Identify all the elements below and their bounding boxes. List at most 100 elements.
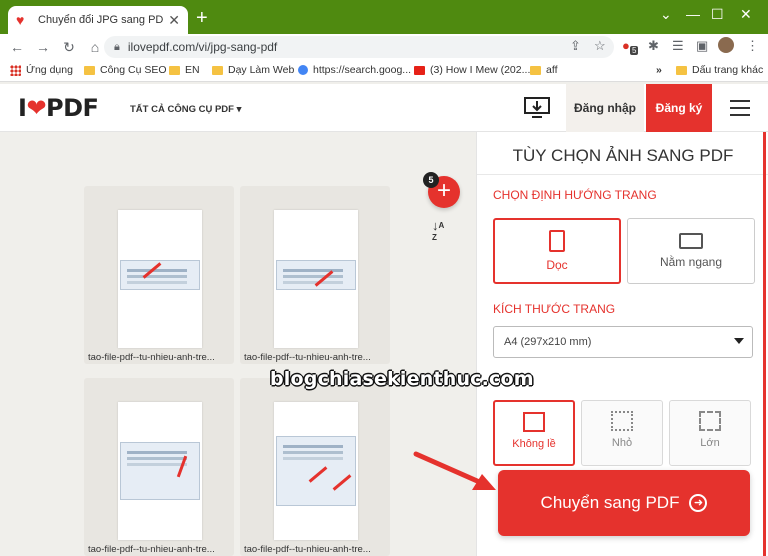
arrow-right-circle-icon: ➜ [689, 494, 708, 512]
close-tab-icon[interactable]: ✕ [168, 12, 180, 29]
file-thumbnail [118, 402, 202, 540]
bookmark-label: https://search.goog... [313, 64, 412, 76]
file-name: tao-file-pdf--tu-nhieu-anh-tre... [244, 352, 371, 363]
menu-dots-icon[interactable]: ⋮ [746, 38, 759, 54]
heart-icon: ❤ [26, 94, 47, 122]
bookmark-label: Công Cụ SEO [100, 64, 167, 76]
profile-avatar[interactable] [718, 37, 734, 53]
bookmark-seo[interactable]: Công Cụ SEO [84, 64, 167, 76]
page-size-select[interactable]: A4 (297x210 mm) [493, 326, 753, 358]
minimize-icon[interactable]: — [686, 6, 700, 22]
signup-button[interactable]: Đăng ký [646, 84, 712, 132]
margin-large-option[interactable]: Lớn [669, 400, 751, 466]
folder-icon [212, 65, 223, 75]
file-card[interactable]: tao-file-pdf--tu-nhieu-anh-tre... [240, 378, 390, 556]
margin-label: Nhỏ [611, 437, 633, 449]
more-bookmarks-icon[interactable]: » [656, 64, 662, 76]
divider [477, 174, 768, 175]
puzzle-icon[interactable]: ✱ [648, 38, 659, 54]
file-card[interactable]: tao-file-pdf--tu-nhieu-anh-tre... [84, 378, 234, 556]
sidebar-title: TÙY CHỌN ẢNH SANG PDF [512, 146, 734, 165]
landscape-icon [679, 233, 703, 249]
login-button[interactable]: Đăng nhập [566, 84, 644, 132]
bookmark-label: EN [185, 64, 200, 76]
ilovepdf-favicon-icon: ♥ [16, 12, 25, 28]
chevron-down-icon[interactable]: ⌄ [660, 6, 672, 23]
globe-icon [298, 65, 308, 75]
hamburger-menu-icon[interactable] [730, 100, 750, 116]
convert-label: Chuyển sang PDF [540, 493, 680, 512]
accent-border [763, 132, 766, 556]
folder-icon [530, 65, 541, 75]
file-name: tao-file-pdf--tu-nhieu-anh-tre... [244, 544, 371, 555]
address-bar[interactable]: 🔒︎ ilovepdf.com/vi/jpg-sang-pdf [104, 36, 614, 58]
lock-icon: 🔒︎ [114, 40, 120, 53]
bookmark-search[interactable]: https://search.goog... [298, 64, 411, 76]
landscape-option[interactable]: Nằm ngang [627, 218, 755, 284]
sidepanel-icon[interactable]: ▣ [696, 38, 708, 54]
file-thumbnail [274, 210, 358, 348]
forward-icon[interactable]: → [30, 39, 56, 55]
url-text: ilovepdf.com/vi/jpg-sang-pdf [127, 40, 278, 54]
margin-none-option[interactable]: Không lề [493, 400, 575, 466]
landscape-label: Nằm ngang [659, 255, 723, 269]
bookmarks-bar: Ứng dụng Công Cụ SEO EN Dạy Làm Web http… [0, 60, 768, 82]
share-icon[interactable]: ⇪ [570, 38, 581, 54]
ilovepdf-logo[interactable]: I❤PDF [18, 94, 99, 122]
orientation-label: CHỌN ĐỊNH HƯỚNG TRANG [493, 188, 657, 202]
bookmark-en[interactable]: EN [169, 64, 200, 76]
margin-small-option[interactable]: Nhỏ [581, 400, 663, 466]
back-icon[interactable]: ← [4, 39, 30, 55]
folder-icon [84, 65, 95, 75]
annotation-arrow-icon [413, 451, 496, 490]
page-size-value: A4 (297x210 mm) [504, 336, 592, 348]
screenshot-preview [276, 260, 356, 290]
portrait-option[interactable]: Dọc [493, 218, 621, 284]
chevron-down-icon [734, 338, 744, 344]
reading-list-icon[interactable]: ☰ [672, 38, 684, 54]
file-name: tao-file-pdf--tu-nhieu-anh-tre... [88, 544, 215, 555]
sort-az-icon[interactable]: ↓A Z [432, 219, 444, 244]
bookmark-youtube[interactable]: (3) How I Mew (202... [414, 64, 530, 76]
page-size-label: KÍCH THƯỚC TRANG [493, 302, 616, 316]
close-window-icon[interactable]: ✕ [740, 6, 752, 23]
logo-text-right: PDF [46, 94, 99, 122]
extension-badge: 5 [630, 46, 639, 55]
browser-tab[interactable]: ♥ Chuyển đổi JPG sang PDF. Chuyể ✕ [8, 6, 188, 34]
bookmark-label: (3) How I Mew (202... [430, 64, 531, 76]
site-header: I❤PDF TẤT CẢ CÔNG CỤ PDF ▾ Đăng nhập Đăn… [0, 84, 768, 132]
file-count-badge: 5 [423, 172, 439, 188]
bookmark-label: aff [546, 64, 558, 76]
file-card[interactable]: tao-file-pdf--tu-nhieu-anh-tre... [240, 186, 390, 364]
bookmark-apps[interactable]: Ứng dụng [10, 64, 73, 76]
image-large-margin-icon [699, 411, 721, 431]
image-icon [523, 412, 545, 432]
watermark-text: blogchiasekienthuc.com [270, 368, 534, 390]
bookmark-label: Dạy Làm Web [228, 64, 295, 76]
maximize-icon[interactable]: ☐ [711, 6, 724, 23]
file-thumbnail [274, 402, 358, 540]
extension-icon[interactable]: ● [622, 38, 630, 53]
screenshot-preview [120, 442, 200, 500]
bookmark-web[interactable]: Dạy Làm Web [212, 64, 294, 76]
all-tools-menu[interactable]: TẤT CẢ CÔNG CỤ PDF ▾ [130, 104, 241, 115]
tab-title: Chuyển đổi JPG sang PDF. Chuyể [38, 14, 164, 26]
portrait-icon [549, 230, 565, 252]
bookmark-aff[interactable]: aff [530, 64, 557, 76]
screenshot-preview [120, 260, 200, 290]
file-thumbnail [118, 210, 202, 348]
folder-icon [169, 65, 180, 75]
bookmark-other[interactable]: Dấu trang khác [676, 64, 763, 76]
caret-down-icon: ▾ [236, 104, 242, 115]
portrait-label: Dọc [546, 258, 568, 272]
star-icon[interactable]: ☆ [594, 38, 606, 54]
new-tab-button[interactable]: + [196, 8, 208, 28]
youtube-icon [414, 65, 425, 75]
file-name: tao-file-pdf--tu-nhieu-anh-tre... [88, 352, 215, 363]
convert-to-pdf-button[interactable]: Chuyển sang PDF ➜ [498, 470, 750, 536]
apps-grid-icon [10, 64, 21, 76]
desktop-download-icon[interactable] [524, 97, 550, 119]
file-card[interactable]: tao-file-pdf--tu-nhieu-anh-tre... [84, 186, 234, 364]
reload-icon[interactable]: ↻ [56, 39, 82, 56]
bookmark-label: Dấu trang khác [692, 64, 764, 76]
